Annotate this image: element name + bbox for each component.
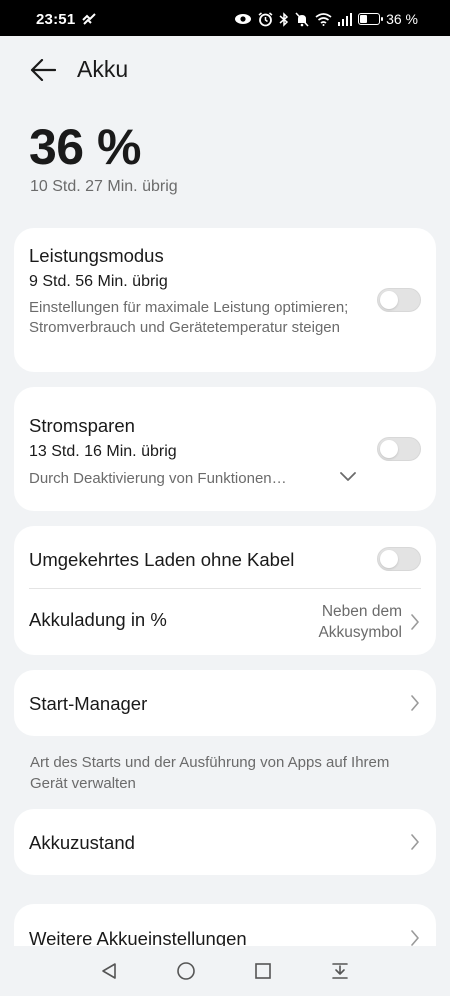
battery-remaining: 10 Std. 27 Min. übrig: [30, 178, 178, 195]
reverse-charging-toggle[interactable]: [377, 547, 421, 571]
power-saving-toggle[interactable]: [377, 437, 421, 461]
notification-pull-icon: [332, 963, 348, 979]
toggle-knob: [380, 440, 398, 458]
chevron-right-icon: [411, 834, 419, 850]
status-battery-text: 36 %: [386, 11, 418, 27]
charging-options-card: Umgekehrtes Laden ohne Kabel Akkuladung …: [14, 526, 436, 655]
power-saving-title: Stromsparen: [29, 415, 135, 436]
performance-mode-title: Leistungsmodus: [29, 245, 164, 266]
power-saving-remaining: 13 Std. 16 Min. übrig: [29, 443, 177, 460]
reverse-charging-title: Umgekehrtes Laden ohne Kabel: [29, 549, 295, 570]
navigation-bar: [0, 946, 450, 996]
wifi-icon: [315, 12, 332, 26]
home-circle-icon: [177, 962, 195, 980]
battery-percentage-value-line2: Akkusymbol: [318, 624, 402, 641]
chevron-right-icon: [411, 930, 419, 946]
battery-percentage-value: Neben dem Akkusymbol: [318, 601, 402, 643]
battery-icon: [358, 13, 384, 25]
start-manager-hint: Art des Starts und der Ausführung von Ap…: [30, 754, 390, 792]
battery-health-title: Akkuzustand: [29, 832, 135, 853]
status-bar: 23:51 36 %: [0, 0, 450, 36]
battery-percentage-row[interactable]: Akkuladung in % Neben dem Akkusymbol: [14, 589, 436, 655]
nav-back-button[interactable]: [98, 960, 120, 982]
chevron-right-icon: [411, 614, 419, 630]
performance-mode-description: Einstellungen für maximale Leistung opti…: [29, 299, 349, 336]
battery-percentage-title: Akkuladung in %: [29, 609, 167, 630]
chevron-right-icon: [411, 695, 419, 711]
performance-mode-card[interactable]: Leistungsmodus 9 Std. 56 Min. übrig Eins…: [14, 228, 436, 372]
battery-health-card[interactable]: Akkuzustand: [14, 809, 436, 875]
status-time: 23:51: [36, 11, 76, 28]
eye-comfort-icon: [234, 13, 252, 25]
toggle-knob: [380, 291, 398, 309]
app-header: Akku: [0, 36, 450, 104]
back-triangle-icon: [102, 963, 116, 979]
start-manager-title: Start-Manager: [29, 693, 148, 714]
nav-notification-button[interactable]: [329, 960, 351, 982]
back-button[interactable]: [26, 54, 60, 86]
bluetooth-icon: [279, 11, 289, 27]
battery-percent: 36 %: [29, 119, 141, 175]
performance-mode-toggle[interactable]: [377, 288, 421, 312]
battery-percentage-value-line1: Neben dem: [321, 603, 402, 620]
nav-recents-button[interactable]: [252, 960, 274, 982]
alarm-icon: [258, 11, 273, 27]
power-saving-description: Durch Deaktivierung von Funktionen…: [29, 470, 287, 487]
power-saving-card[interactable]: Stromsparen 13 Std. 16 Min. übrig Durch …: [14, 387, 436, 511]
start-manager-card[interactable]: Start-Manager: [14, 670, 436, 736]
performance-mode-remaining: 9 Std. 56 Min. übrig: [29, 273, 168, 290]
nav-home-button[interactable]: [175, 960, 197, 982]
page-title: Akku: [77, 56, 129, 82]
arrow-left-icon: [30, 59, 56, 81]
notification-icon: [82, 12, 96, 30]
recents-square-icon: [255, 963, 271, 979]
chevron-down-icon[interactable]: [340, 472, 356, 482]
signal-icon: [338, 12, 353, 26]
mute-icon: [295, 11, 309, 27]
toggle-knob: [380, 550, 398, 568]
